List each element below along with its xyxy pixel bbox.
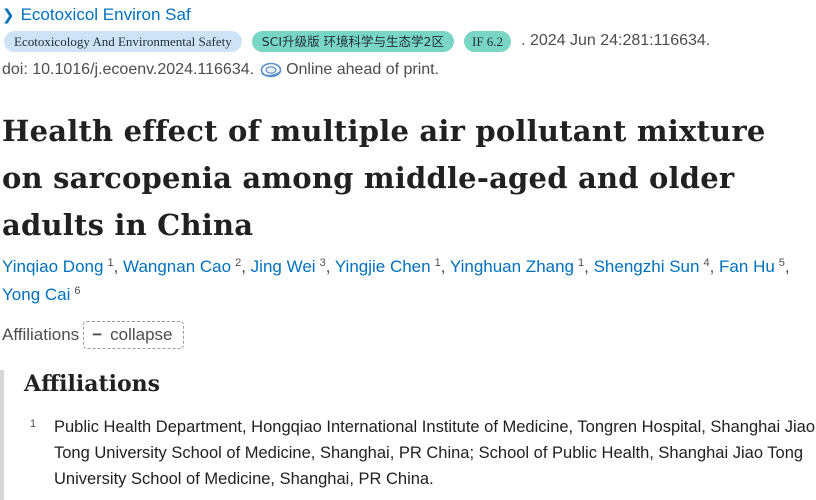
affiliations-toggle-row: Affiliations − collapse: [2, 321, 184, 349]
article-title: Health effect of multiple air pollutant …: [2, 114, 766, 242]
author-affiliation-ref: 2: [235, 257, 242, 269]
author-link[interactable]: Jing Wei: [251, 257, 316, 276]
author-affiliation-ref: 4: [703, 257, 710, 269]
author-affiliation-ref: 1: [434, 257, 441, 269]
author-item: Jing Wei 3: [251, 257, 326, 276]
collapse-button-label: collapse: [110, 325, 173, 344]
author-item: Shengzhi Sun 4: [594, 257, 710, 276]
author-item: Yinqiao Dong 1: [2, 257, 114, 276]
online-print-icon: [260, 62, 282, 78]
author-link[interactable]: Yong Cai: [2, 285, 70, 304]
author-link[interactable]: Fan Hu: [719, 257, 775, 276]
author-list: Yinqiao Dong 1, Wangnan Cao 2, Jing Wei 3, …: [2, 257, 790, 304]
author-item: Wangnan Cao 2: [123, 257, 241, 276]
author-link[interactable]: Yingjie Chen: [335, 257, 431, 276]
author-link[interactable]: Yinghuan Zhang: [450, 257, 574, 276]
author-link[interactable]: Wangnan Cao: [123, 257, 231, 276]
collapse-button[interactable]: − collapse: [83, 321, 184, 349]
impact-factor-badge[interactable]: IF 6.2: [464, 30, 512, 52]
author-affiliation-ref: 5: [778, 257, 785, 269]
author-affiliation-ref: 6: [74, 285, 81, 297]
author-affiliation-ref: 1: [578, 257, 585, 269]
doi-row: doi: 10.1016/j.ecoenv.2024.116634. Onlin…: [2, 61, 439, 79]
author-link[interactable]: Yinqiao Dong: [2, 257, 103, 276]
author-item: Fan Hu 5: [719, 257, 785, 276]
journal-link-label: Ecotoxicol Environ Saf: [20, 5, 191, 24]
citation-date-volume: . 2024 Jun 24:281:116634.: [521, 32, 711, 49]
affiliation-item: 1 Public Health Department, Hongqiao Int…: [30, 414, 816, 492]
author-item: Yinghuan Zhang 1: [450, 257, 584, 276]
affiliations-label: Affiliations: [2, 325, 80, 344]
journal-badge[interactable]: Ecotoxicology And Environmental Safety: [4, 30, 242, 52]
doi-text: doi: 10.1016/j.ecoenv.2024.116634.: [2, 61, 255, 78]
author-link[interactable]: Shengzhi Sun: [594, 257, 700, 276]
journal-link[interactable]: ❯ Ecotoxicol Environ Saf: [2, 5, 191, 25]
affiliation-text: Public Health Department, Hongqiao Inter…: [54, 418, 815, 488]
affiliation-number: 1: [30, 418, 37, 430]
publication-status: Online ahead of print.: [286, 61, 440, 78]
minus-icon: −: [92, 325, 103, 344]
affiliations-heading: Affiliations: [24, 371, 161, 397]
author-affiliation-ref: 3: [319, 257, 326, 269]
author-item: Yong Cai 6: [2, 285, 81, 304]
sci-rank-badge[interactable]: SCI升级版 环境科学与生态学2区: [251, 30, 454, 52]
chevron-right-icon: ❯: [2, 7, 15, 24]
citation-row: Ecotoxicology And Environmental Safety S…: [4, 30, 710, 52]
author-affiliation-ref: 1: [107, 257, 114, 269]
affiliations-panel: Affiliations 1 Public Health Department,…: [0, 370, 816, 500]
author-item: Yingjie Chen 1: [335, 257, 441, 276]
